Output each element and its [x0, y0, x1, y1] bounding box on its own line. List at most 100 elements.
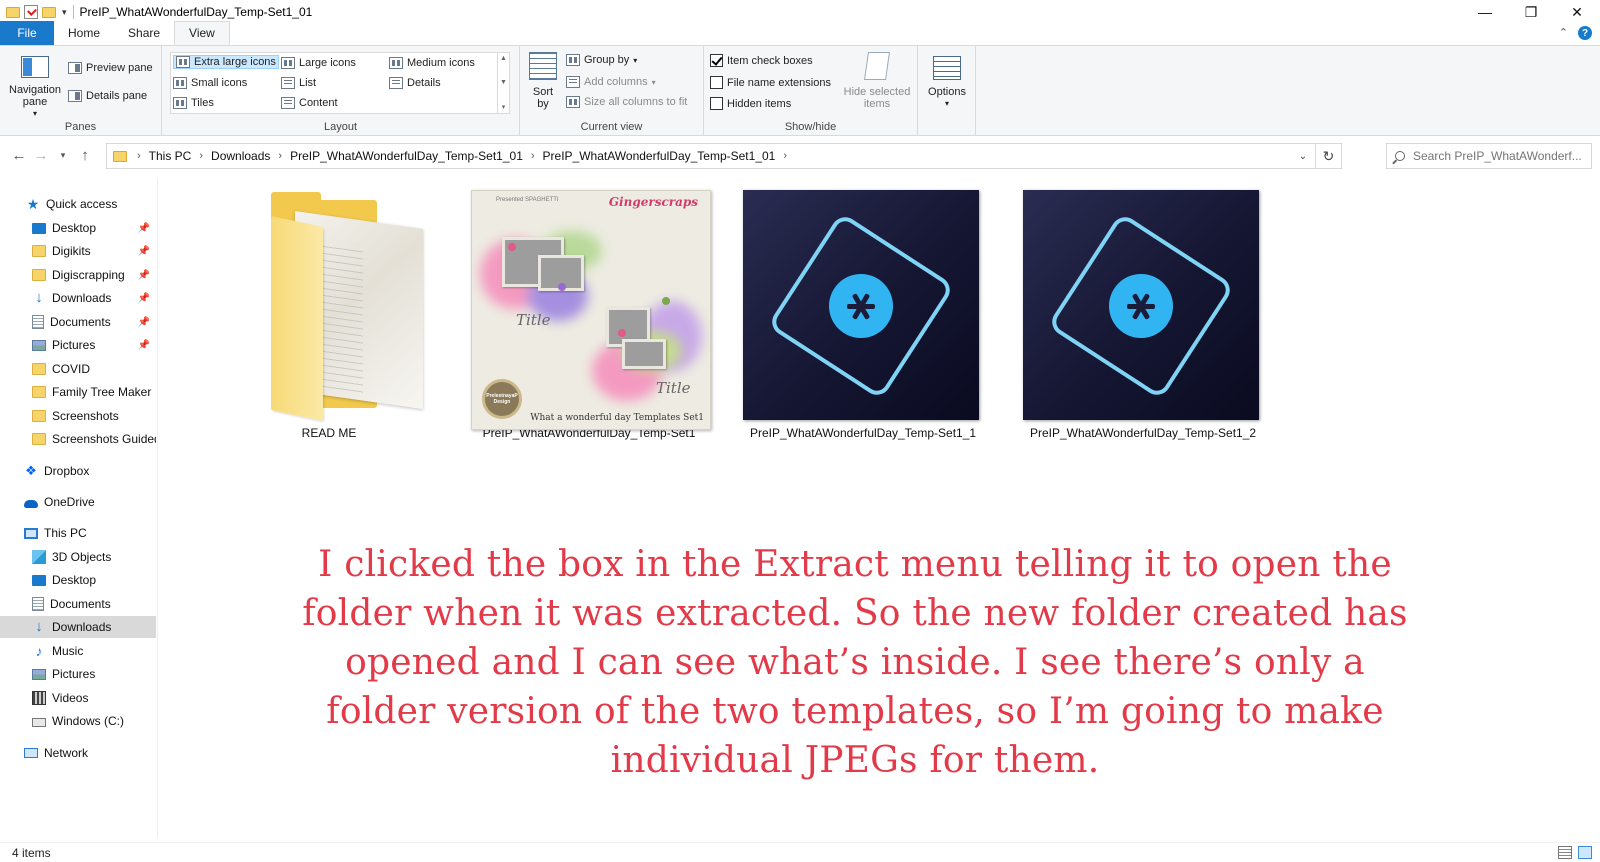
chevron-right-icon[interactable]: › — [137, 150, 141, 162]
gallery-expand-icon[interactable]: ▾ — [502, 103, 506, 111]
sidebar-item-documents-quick[interactable]: Documents 📌 — [0, 311, 156, 333]
chevron-right-icon[interactable]: › — [783, 150, 787, 162]
add-columns-button[interactable]: Add columns ▾ — [566, 76, 656, 88]
tab-share[interactable]: Share — [114, 21, 174, 45]
layout-tiles[interactable]: Tiles — [173, 97, 214, 109]
flower-embellishment — [558, 283, 566, 291]
close-button[interactable]: ✕ — [1554, 0, 1600, 24]
tab-file[interactable]: File — [0, 21, 54, 45]
tab-home[interactable]: Home — [54, 21, 114, 45]
new-folder-icon[interactable] — [42, 6, 56, 18]
sidebar-item-3d-objects[interactable]: 3D Objects — [0, 546, 156, 568]
ribbon-tabs: File Home Share View ⌃ ? — [0, 21, 1600, 46]
address-bar[interactable]: › This PC › Downloads › PreIP_WhatAWonde… — [106, 143, 1342, 169]
chevron-right-icon[interactable]: › — [278, 150, 282, 162]
sidebar-item-family-tree-maker[interactable]: Family Tree Maker — [0, 381, 156, 403]
details-pane-button[interactable]: Details pane — [68, 90, 147, 102]
sidebar-item-downloads-quick[interactable]: ↓ Downloads 📌 — [0, 287, 156, 309]
layout-content[interactable]: Content — [281, 97, 338, 109]
layout-list[interactable]: List — [281, 77, 316, 89]
sidebar-item-screenshots[interactable]: Screenshots — [0, 405, 156, 427]
sidebar-item-label: Windows (C:) — [52, 714, 125, 728]
refresh-button[interactable]: ↻ — [1315, 144, 1341, 168]
recent-locations-dropdown[interactable]: ▾ — [52, 150, 74, 161]
file-name-extensions-checkbox[interactable] — [710, 76, 723, 89]
layout-medium-icons[interactable]: Medium icons — [389, 57, 475, 69]
item-check-boxes-checkbox[interactable] — [710, 54, 723, 67]
sidebar-item-documents-pc[interactable]: Documents — [0, 593, 156, 615]
item-check-boxes-toggle[interactable]: Item check boxes — [710, 54, 813, 67]
minimize-button[interactable]: — — [1462, 0, 1508, 24]
sidebar-item-videos[interactable]: Videos — [0, 687, 156, 709]
navigation-pane-button[interactable]: Navigation pane ▾ — [6, 56, 64, 120]
sidebar-item-downloads-pc[interactable]: ↓ Downloads — [0, 616, 156, 638]
search-input[interactable] — [1413, 149, 1583, 163]
options-button[interactable]: Options ▾ — [926, 56, 968, 110]
group-by-button[interactable]: Group by ▾ — [566, 54, 637, 66]
help-icon[interactable]: ? — [1578, 26, 1592, 40]
sidebar-item-pictures-pc[interactable]: Pictures — [0, 663, 156, 685]
search-icon — [1395, 151, 1405, 161]
address-history-dropdown[interactable]: ⌄ — [1291, 144, 1315, 168]
sidebar-item-windows-c[interactable]: Windows (C:) — [0, 710, 156, 732]
forward-button[interactable]: → — [30, 147, 52, 164]
search-box[interactable] — [1386, 143, 1592, 169]
sidebar-item-this-pc[interactable]: This PC — [0, 522, 156, 544]
sidebar-item-label: Network — [44, 746, 89, 760]
tab-view[interactable]: View — [174, 21, 230, 45]
file-name-extensions-toggle[interactable]: File name extensions — [710, 76, 831, 89]
scroll-up-icon[interactable]: ▲ — [500, 55, 507, 62]
file-item-psd-1[interactable]: PreIP_WhatAWonderfulDay_Temp-Set1_1 — [738, 178, 988, 440]
layout-small-icons[interactable]: Small icons — [173, 77, 247, 89]
sidebar-item-dropbox[interactable]: ❖ Dropbox — [0, 460, 156, 482]
layout-option-label: Medium icons — [407, 57, 475, 69]
scroll-down-icon[interactable]: ▼ — [500, 79, 507, 86]
size-all-columns-button[interactable]: Size all columns to fit — [566, 96, 687, 108]
layout-extra-large-icons[interactable]: Extra large icons — [173, 55, 279, 69]
hide-selected-items-button[interactable]: Hide selected items — [842, 52, 912, 110]
large-icons-view-icon[interactable] — [1578, 846, 1592, 859]
sidebar-item-digikits[interactable]: Digikits 📌 — [0, 240, 156, 262]
sidebar-item-desktop-pc[interactable]: Desktop — [0, 569, 156, 591]
breadcrumb-this-pc[interactable]: This PC — [149, 149, 192, 163]
breadcrumb-folder[interactable]: PreIP_WhatAWonderfulDay_Temp-Set1_01 — [290, 149, 523, 163]
cloud-icon — [24, 499, 38, 508]
pin-icon: 📌 — [137, 245, 150, 257]
aperture-icon — [829, 274, 893, 338]
file-item-psd-2[interactable]: PreIP_WhatAWonderfulDay_Temp-Set1_2 — [1018, 178, 1268, 440]
sort-by-button[interactable]: Sort by — [528, 52, 558, 110]
layout-large-icons[interactable]: Large icons — [281, 57, 356, 69]
file-item-template-image[interactable]: Presented SPAGHETTI Gingerscraps Title T… — [464, 178, 714, 440]
music-icon: ♪ — [35, 643, 43, 659]
navigation-pane: ★ Quick access Desktop 📌 Digikits 📌 Digi… — [0, 178, 158, 838]
chevron-right-icon[interactable]: › — [531, 150, 535, 162]
properties-icon[interactable] — [24, 5, 38, 19]
sidebar-item-onedrive[interactable]: OneDrive — [0, 491, 156, 513]
sidebar-item-pictures-quick[interactable]: Pictures 📌 — [0, 334, 156, 356]
sidebar-item-quick-access[interactable]: ★ Quick access — [0, 193, 156, 215]
breadcrumb-subfolder[interactable]: PreIP_WhatAWonderfulDay_Temp-Set1_01 — [543, 149, 776, 163]
up-button[interactable]: ↑ — [74, 147, 96, 164]
back-button[interactable]: ← — [8, 147, 30, 164]
chevron-right-icon[interactable]: › — [199, 150, 203, 162]
maximize-button[interactable]: ❐ — [1508, 0, 1554, 24]
sidebar-item-network[interactable]: Network — [0, 742, 156, 764]
folder-icon — [32, 386, 46, 398]
preview-pane-button[interactable]: Preview pane — [68, 62, 153, 74]
sidebar-item-covid[interactable]: COVID — [0, 358, 156, 380]
sidebar-item-screenshots-guided[interactable]: Screenshots Guided — [0, 428, 156, 450]
layout-gallery-scroll[interactable]: ▲ ▼ ▾ — [497, 53, 509, 113]
folder-icon — [32, 433, 46, 445]
layout-details[interactable]: Details — [389, 77, 441, 89]
hidden-items-toggle[interactable]: Hidden items — [710, 97, 791, 110]
sidebar-item-digiscrapping[interactable]: Digiscrapping 📌 — [0, 264, 156, 286]
sidebar-item-desktop[interactable]: Desktop 📌 — [0, 217, 156, 239]
details-view-icon[interactable] — [1558, 846, 1572, 859]
breadcrumb-downloads[interactable]: Downloads — [211, 149, 270, 163]
small-icons-icon — [173, 77, 187, 89]
sidebar-item-music[interactable]: ♪ Music — [0, 640, 156, 662]
collapse-ribbon-icon[interactable]: ⌃ — [1559, 26, 1568, 40]
hidden-items-checkbox[interactable] — [710, 97, 723, 110]
customize-toolbar-dropdown[interactable]: ▾ — [62, 7, 67, 18]
file-item-read-me[interactable]: READ ME — [204, 178, 454, 440]
